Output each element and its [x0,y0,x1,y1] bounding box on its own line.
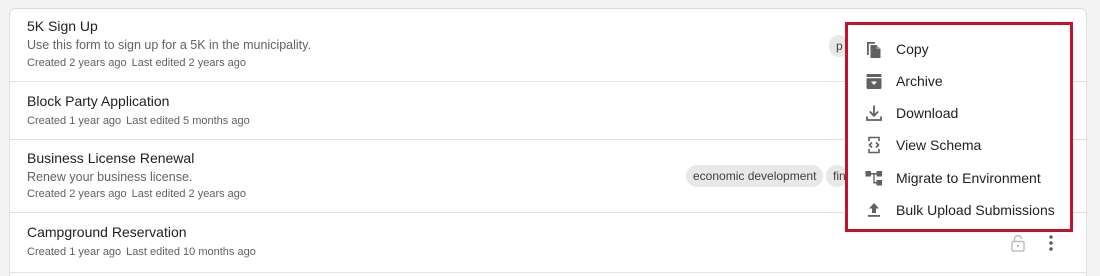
form-description: Use this form to sign up for a 5K in the… [27,38,311,52]
menu-item-migrate[interactable]: Migrate to Environment [848,162,1070,194]
form-meta: Created 1 year ago Last edited 5 months a… [27,115,250,127]
edited-date: Last edited 5 months ago [126,115,250,127]
form-title[interactable]: Business License Renewal [27,150,194,166]
edited-date: Last edited 2 years ago [131,188,247,200]
tag-chip[interactable]: economic development [686,165,824,187]
edited-date: Last edited 10 months ago [126,246,256,258]
upload-icon [868,203,880,217]
form-meta: Created 1 year ago Last edited 10 months … [27,246,256,258]
migrate-icon [865,171,882,186]
menu-item-bulk-upload[interactable]: Bulk Upload Submissions [848,194,1070,226]
created-date: Created 2 years ago [27,57,127,69]
download-icon [866,105,882,121]
actions-menu: Copy Archive Download View Schema Migrat… [845,22,1073,232]
created-date: Created 2 years ago [27,188,127,200]
view-schema-icon [868,136,880,154]
form-description: Renew your business license. [27,170,193,184]
menu-item-archive[interactable]: Archive [848,65,1070,97]
form-title[interactable]: Campground Reservation [27,224,187,240]
created-date: Created 1 year ago [27,115,122,127]
menu-item-copy[interactable]: Copy [848,33,1070,65]
form-meta: Created 2 years ago Last edited 2 years a… [27,57,246,69]
archive-icon [866,74,882,89]
form-meta: Created 2 years ago Last edited 2 years a… [27,188,246,200]
form-title[interactable]: 5K Sign Up [27,18,98,34]
created-date: Created 1 year ago [27,246,122,258]
edited-date: Last edited 2 years ago [131,57,247,69]
more-options-icon[interactable] [1041,233,1061,253]
menu-item-download[interactable]: Download [848,97,1070,129]
form-title[interactable]: Block Party Application [27,93,169,109]
menu-item-view-schema[interactable]: View Schema [848,129,1070,161]
lock-icon [1011,234,1025,252]
copy-icon [867,42,881,58]
